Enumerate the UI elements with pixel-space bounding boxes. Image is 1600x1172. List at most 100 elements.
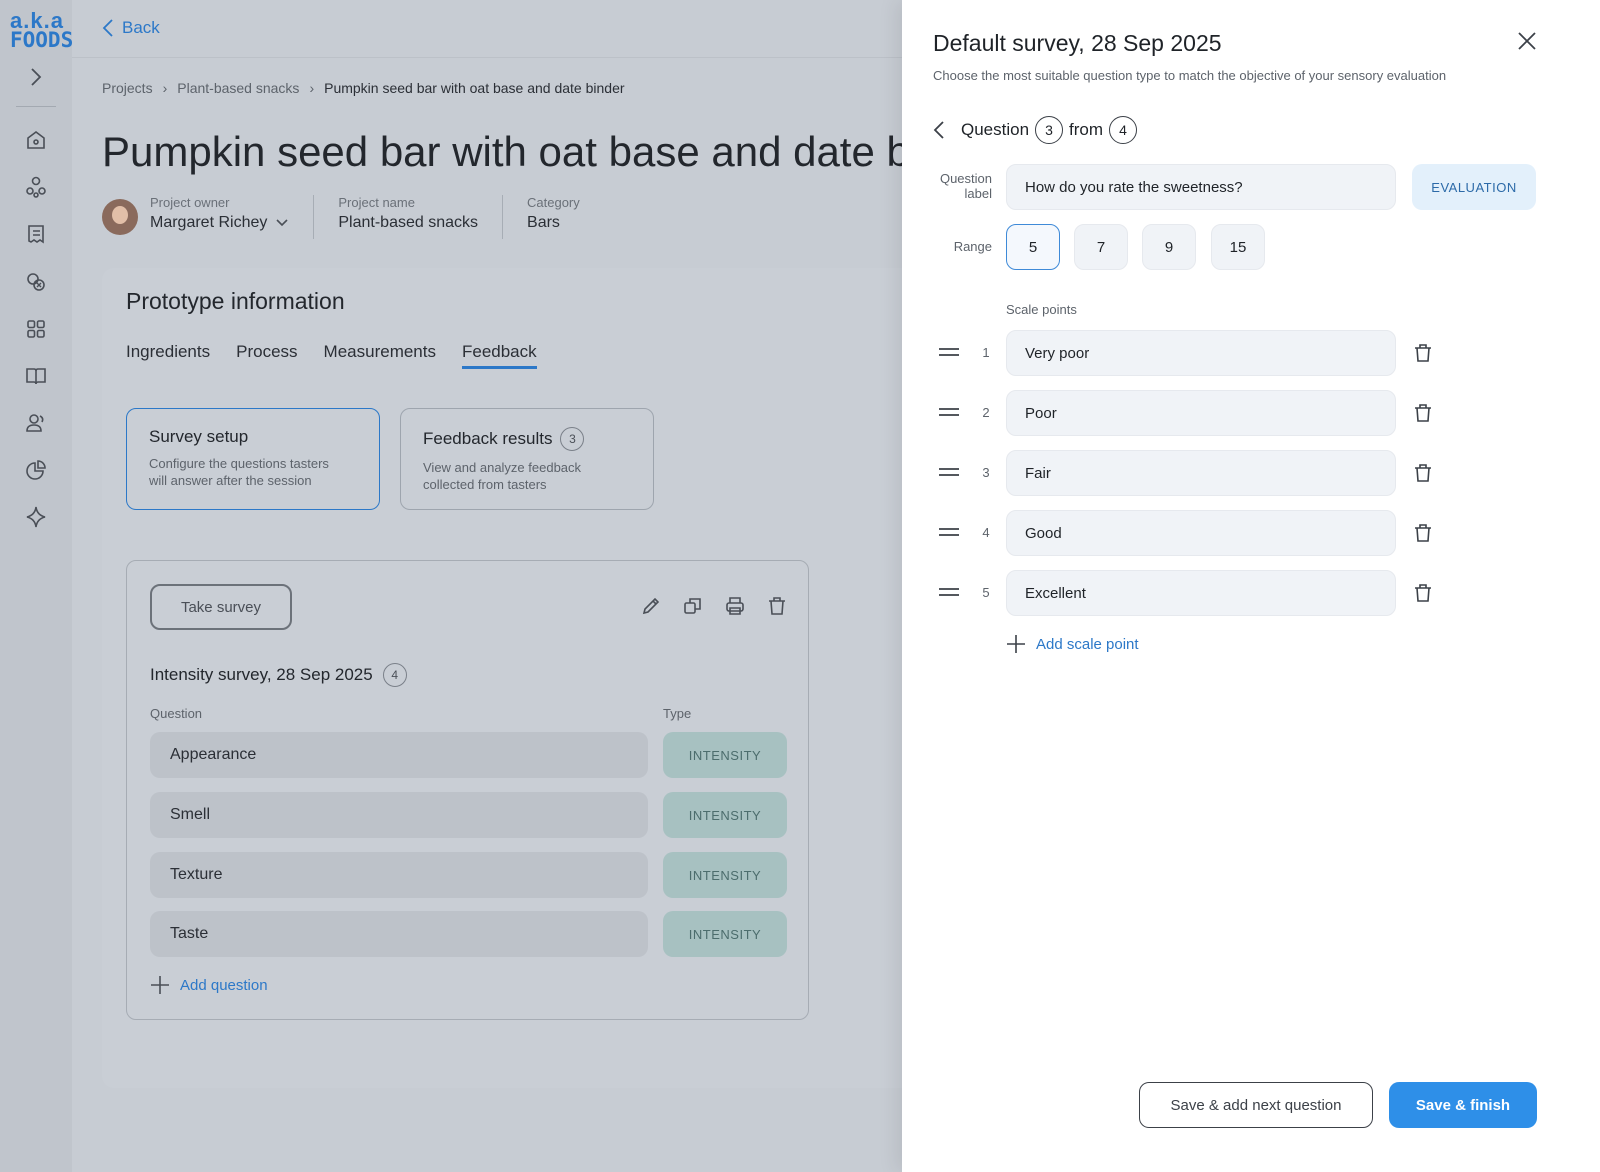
- question-row[interactable]: Smell: [150, 792, 648, 838]
- rail-users[interactable]: [22, 409, 50, 437]
- trash-icon: [1415, 404, 1431, 422]
- take-survey-button[interactable]: Take survey: [150, 584, 292, 630]
- breadcrumb-project[interactable]: Plant-based snacks: [177, 80, 299, 96]
- range-option-15[interactable]: 15: [1211, 224, 1265, 270]
- chevron-left-icon: [933, 121, 944, 139]
- drag-handle[interactable]: [938, 465, 960, 479]
- scale-point-input[interactable]: [1006, 510, 1396, 556]
- range-option-5[interactable]: 5: [1006, 224, 1060, 270]
- scale-point-input[interactable]: [1006, 450, 1396, 496]
- rail-network[interactable]: [22, 173, 50, 201]
- save-and-finish-button[interactable]: Save & finish: [1389, 1082, 1537, 1128]
- delete-scale-point-button[interactable]: [1412, 582, 1434, 604]
- tab-feedback[interactable]: Feedback: [461, 342, 537, 369]
- question-label-input[interactable]: [1006, 164, 1396, 210]
- delete-survey-button[interactable]: [766, 595, 788, 617]
- current-question-number: 3: [1035, 116, 1064, 144]
- breadcrumb-projects[interactable]: Projects: [102, 80, 153, 96]
- drawer-subtitle: Choose the most suitable question type t…: [933, 68, 1447, 83]
- add-question-button[interactable]: Add question: [150, 975, 268, 995]
- delete-scale-point-button[interactable]: [1412, 342, 1434, 364]
- question-type-evaluation[interactable]: EVALUATION: [1412, 164, 1536, 210]
- question-row[interactable]: Taste: [150, 911, 648, 957]
- print-button[interactable]: [724, 595, 746, 617]
- drag-handle[interactable]: [938, 345, 960, 359]
- drag-handle-icon: [939, 588, 959, 596]
- project-category-label: Category: [527, 195, 580, 210]
- book-icon: [26, 368, 46, 385]
- printer-icon: [726, 597, 744, 615]
- range-option-7[interactable]: 7: [1074, 224, 1128, 270]
- project-category: Category Bars: [527, 195, 604, 239]
- drag-handle-icon: [939, 348, 959, 356]
- tab-process[interactable]: Process: [236, 342, 297, 369]
- rail-apps[interactable]: [22, 315, 50, 343]
- add-scale-point-button[interactable]: Add scale point: [1006, 634, 1139, 654]
- save-and-next-button[interactable]: Save & add next question: [1139, 1082, 1373, 1128]
- scale-point-number: 5: [982, 585, 990, 600]
- rail-library[interactable]: [22, 362, 50, 390]
- question-row[interactable]: Texture: [150, 852, 648, 898]
- survey-name-label: Intensity survey, 28 Sep 2025: [150, 665, 373, 684]
- rail-tasks[interactable]: [22, 268, 50, 296]
- rail-reports[interactable]: [22, 456, 50, 484]
- question-type-badge: INTENSITY: [663, 852, 787, 898]
- project-category-value: Bars: [527, 214, 560, 231]
- rail-ai[interactable]: [22, 503, 50, 531]
- delete-scale-point-button[interactable]: [1412, 402, 1434, 424]
- tab-ingredients[interactable]: Ingredients: [126, 342, 210, 369]
- drag-handle[interactable]: [938, 405, 960, 419]
- survey-actions: [640, 595, 788, 617]
- question-type-badge: INTENSITY: [663, 732, 787, 778]
- network-icon: [26, 176, 46, 198]
- range-option-9[interactable]: 9: [1142, 224, 1196, 270]
- survey-setup-tile[interactable]: Survey setup Configure the questions tas…: [126, 408, 380, 510]
- breadcrumb-current: Pumpkin seed bar with oat base and date …: [324, 80, 625, 96]
- trash-icon: [1415, 584, 1431, 602]
- page-title: Pumpkin seed bar with oat base and date …: [102, 128, 1004, 175]
- duplicate-button[interactable]: [682, 595, 704, 617]
- drag-handle[interactable]: [938, 585, 960, 599]
- total-question-number: 4: [1109, 116, 1138, 144]
- question-label-line-1: Question: [939, 171, 992, 186]
- edit-button[interactable]: [640, 595, 662, 617]
- question-count-badge: 4: [382, 663, 407, 687]
- chevron-left-icon: [102, 19, 113, 37]
- expand-rail-button[interactable]: [22, 63, 50, 91]
- back-link[interactable]: Back: [102, 18, 160, 38]
- pie-chart-icon: [26, 460, 46, 480]
- project-name: Project name Plant-based snacks: [338, 195, 504, 239]
- scale-point-input[interactable]: [1006, 330, 1396, 376]
- scale-points-header: Scale points: [1006, 302, 1077, 317]
- scale-point-input[interactable]: [1006, 570, 1396, 616]
- delete-scale-point-button[interactable]: [1412, 522, 1434, 544]
- project-owner[interactable]: Project owner Margaret Richey: [150, 195, 315, 239]
- question-row[interactable]: Appearance: [150, 732, 648, 778]
- previous-question-button[interactable]: [933, 120, 945, 140]
- tile-title: Survey setup: [149, 427, 249, 446]
- project-name-label: Project name: [338, 195, 415, 210]
- rail-receipts[interactable]: [22, 220, 50, 248]
- breadcrumb-separator: ›: [309, 80, 315, 96]
- close-button[interactable]: [1516, 30, 1538, 52]
- close-icon: [1518, 32, 1536, 50]
- breadcrumb-separator: ›: [162, 80, 168, 96]
- feedback-results-tile[interactable]: Feedback results 3 View and analyze feed…: [400, 408, 654, 510]
- scale-point-number: 1: [982, 345, 990, 360]
- project-name-value: Plant-based snacks: [338, 214, 479, 231]
- trash-icon: [769, 597, 785, 615]
- rail-home[interactable]: [22, 126, 50, 154]
- tab-measurements[interactable]: Measurements: [324, 342, 436, 369]
- project-owner-value: Margaret Richey: [150, 214, 268, 231]
- logo-line-2: FOODS: [10, 28, 74, 52]
- prototype-tabs: Ingredients Process Measurements Feedbac…: [126, 342, 537, 369]
- prototype-card: Prototype information Ingredients Proces…: [102, 268, 922, 1088]
- brand-logo[interactable]: a.k.a FOODS: [10, 10, 74, 52]
- plus-icon: [1007, 635, 1025, 653]
- scale-point-input[interactable]: [1006, 390, 1396, 436]
- drag-handle[interactable]: [938, 525, 960, 539]
- drag-handle-icon: [939, 528, 959, 536]
- survey-panel: Take survey Intensity survey, 28 Sep 202…: [126, 560, 809, 1020]
- range-label: Range: [953, 239, 992, 254]
- delete-scale-point-button[interactable]: [1412, 462, 1434, 484]
